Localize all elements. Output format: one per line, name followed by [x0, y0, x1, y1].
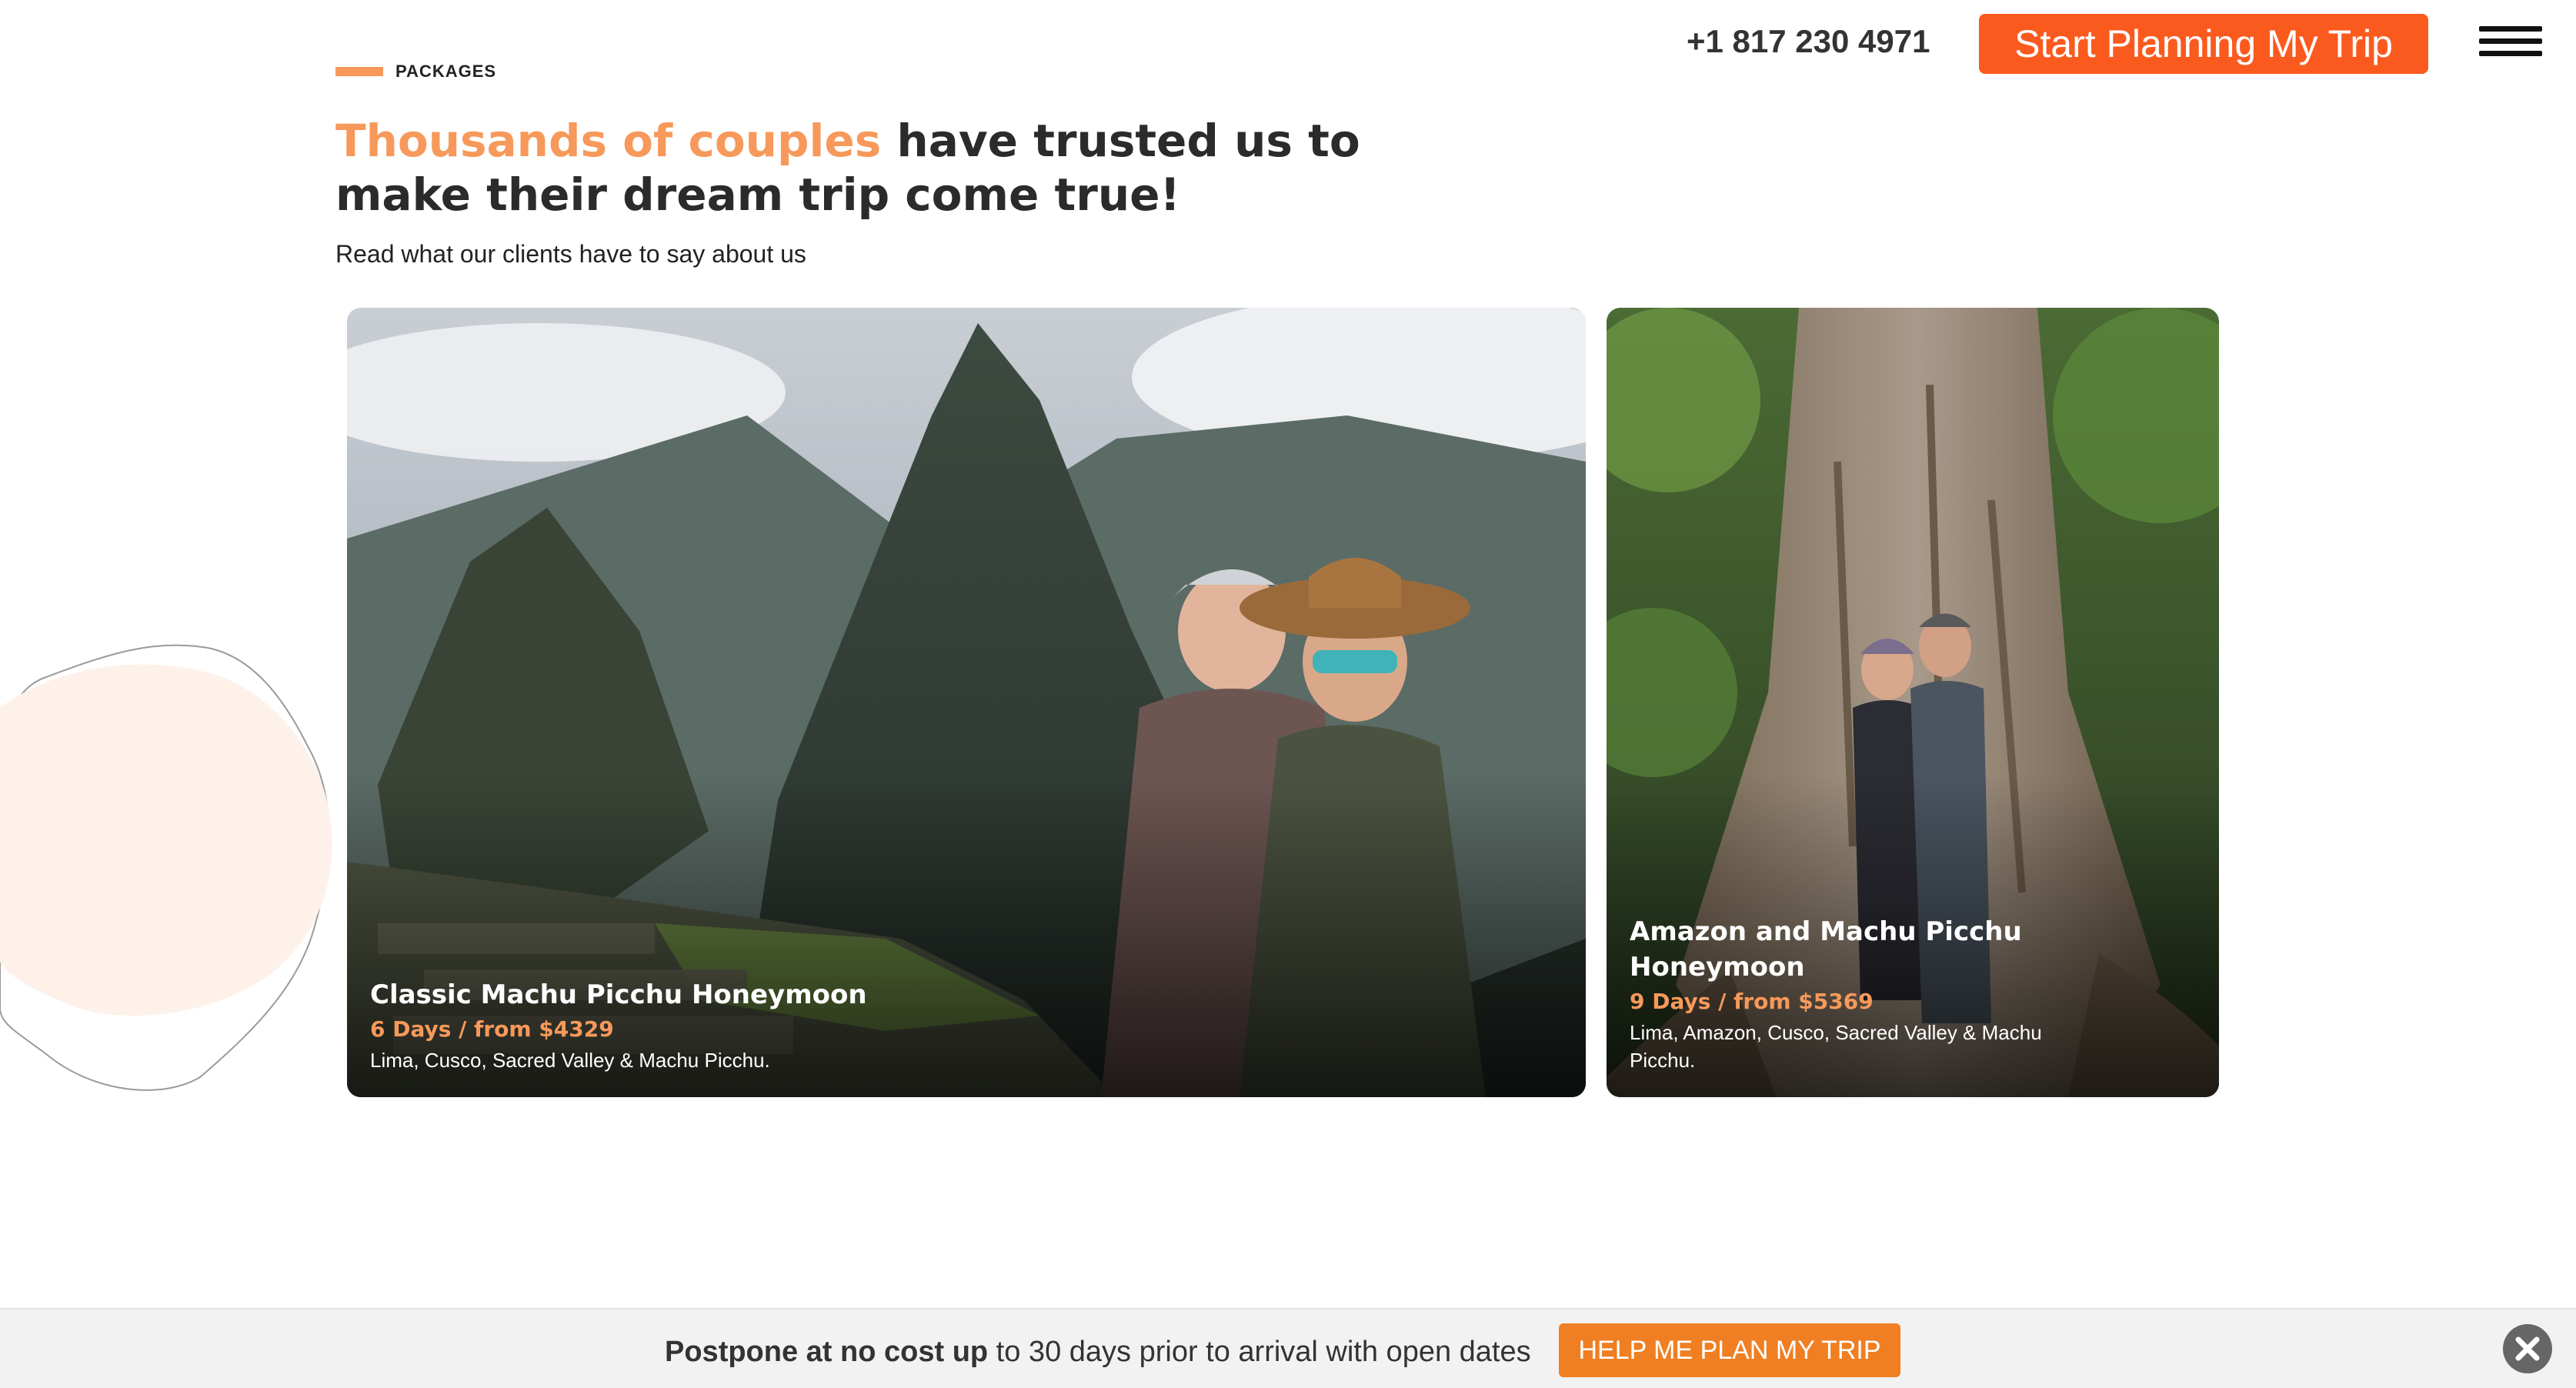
eyebrow-label: PACKAGES	[395, 62, 497, 81]
card-title[interactable]: Amazon and Machu Picchu Honeymoon	[1630, 914, 2080, 985]
eyebrow-bar	[335, 67, 383, 76]
card-places: Lima, Amazon, Cusco, Sacred Valley & Mac…	[1630, 1021, 2042, 1072]
package-card-classic[interactable]: Classic Machu Picchu Honeymoon 6 Days / …	[347, 308, 1586, 1097]
card-price: 6 Days / from $4329	[370, 1016, 614, 1042]
close-icon[interactable]	[2502, 1323, 2553, 1374]
card-price: 9 Days / from $5369	[1630, 989, 1874, 1014]
card-info: Classic Machu Picchu Honeymoon 6 Days / …	[370, 977, 1447, 1074]
card-info: Amazon and Machu Picchu Honeymoon 9 Days…	[1630, 914, 2080, 1074]
start-planning-button[interactable]: Start Planning My Trip	[1979, 14, 2428, 74]
postpone-notice-bar: Postpone at no cost up to 30 days prior …	[0, 1308, 2576, 1388]
page-title: Thousands of couples have trusted us to …	[335, 114, 1443, 222]
hamburger-menu-icon[interactable]	[2479, 26, 2542, 57]
section-subtitle: Read what our clients have to say about …	[335, 240, 806, 268]
postpone-text: Postpone at no cost up to 30 days prior …	[665, 1336, 1531, 1369]
section-eyebrow: PACKAGES	[335, 62, 496, 82]
decorative-blob-shape	[0, 644, 332, 1091]
help-plan-button[interactable]: HELP ME PLAN MY TRIP	[1559, 1323, 1900, 1377]
card-places: Lima, Cusco, Sacred Valley & Machu Picch…	[370, 1049, 770, 1072]
phone-link[interactable]: +1 817 230 4971	[1687, 23, 1930, 60]
postpone-bold: Postpone at no cost up	[665, 1336, 989, 1368]
postpone-rest: to 30 days prior to arrival with open da…	[988, 1336, 1531, 1368]
package-card-amazon[interactable]: Amazon and Machu Picchu Honeymoon 9 Days…	[1607, 308, 2219, 1097]
card-title[interactable]: Classic Machu Picchu Honeymoon	[370, 977, 1447, 1013]
headline-accent: Thousands of couples	[335, 115, 882, 167]
